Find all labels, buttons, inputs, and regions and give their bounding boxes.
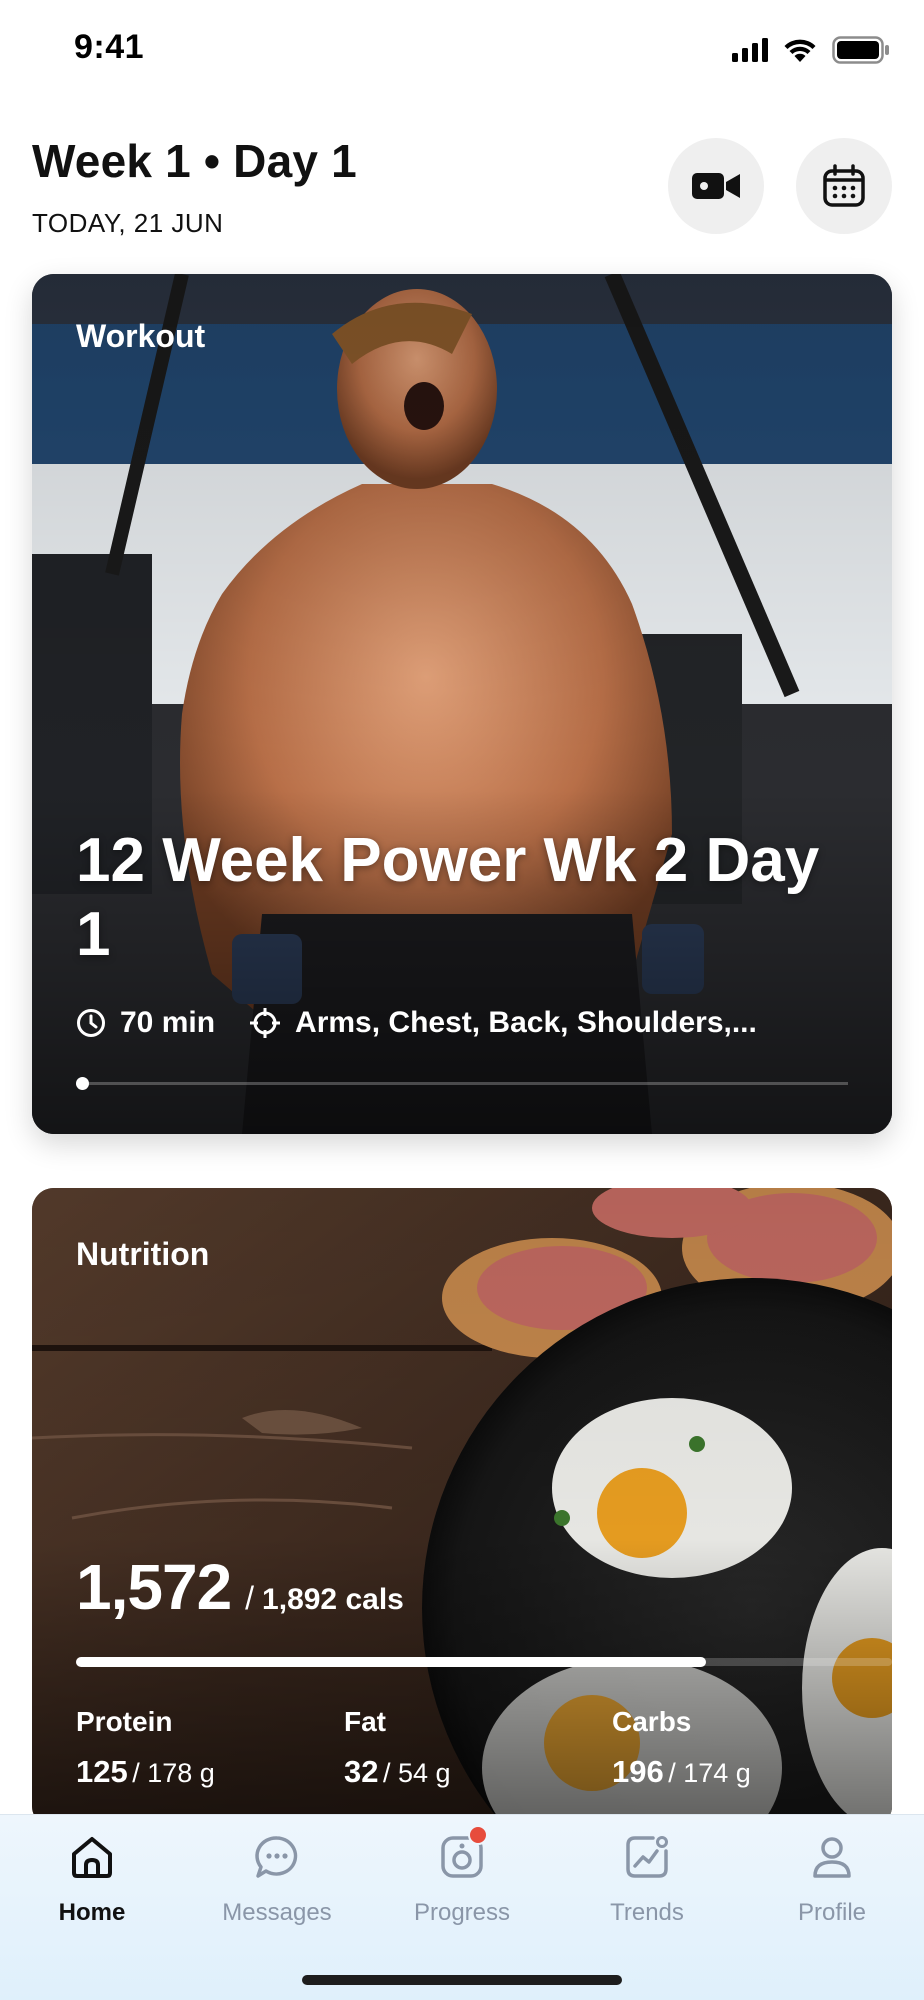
tab-home[interactable]: Home — [0, 1833, 184, 1927]
calories-goal: 1,892 cals — [262, 1583, 404, 1616]
calories-value: 1,572 — [76, 1551, 232, 1623]
workout-progress-indicator — [76, 1077, 89, 1090]
workout-progress-track — [76, 1082, 848, 1085]
trend-chart-icon — [626, 1836, 668, 1878]
macro-goal: / 54 g — [382, 1758, 451, 1788]
status-icons — [732, 36, 890, 64]
tab-label: Profile — [797, 1899, 867, 1926]
target-icon — [249, 1007, 281, 1039]
workout-label: Workout — [76, 318, 206, 354]
macro-label: Protein — [76, 1706, 173, 1737]
workout-muscles: Arms, Chest, Back, Shoulders,... — [295, 1006, 757, 1039]
calories-summary: 1,572 / 1,892 cals — [76, 1550, 404, 1624]
workout-photo — [32, 274, 892, 1134]
tab-progress[interactable]: Progress — [370, 1825, 554, 1927]
tab-profile[interactable]: Profile — [740, 1833, 924, 1927]
workout-title: 12 Week Power Wk 2 Day 1 — [76, 826, 820, 969]
header: Week 1 • Day 1 TODAY, 21 JUN — [32, 130, 892, 250]
macro-label: Fat — [344, 1706, 386, 1737]
nutrition-card[interactable]: Nutrition 1,572 / 1,892 cals Protein 125… — [32, 1188, 892, 1828]
tab-bar: Home Messages Progress Trends Profile — [0, 1814, 924, 2000]
tab-label: Progress — [413, 1899, 511, 1926]
tab-messages[interactable]: Messages — [185, 1833, 369, 1927]
tab-label: Home — [58, 1899, 126, 1926]
workout-duration: 70 min — [120, 1006, 216, 1039]
tab-trends[interactable]: Trends — [555, 1833, 739, 1927]
macro-goal: / 174 g — [668, 1758, 751, 1788]
wifi-icon — [784, 39, 816, 62]
cellular-signal-icon — [732, 38, 768, 62]
status-bar: 9:41 — [0, 0, 924, 100]
clock-icon — [76, 1008, 106, 1038]
macro-value: 196 — [612, 1754, 664, 1789]
macro-protein: Protein 125 / 178 g — [76, 1706, 215, 1790]
calories-progress-fill — [76, 1657, 706, 1667]
macro-goal: / 178 g — [132, 1758, 215, 1788]
battery-icon — [832, 36, 889, 64]
notification-badge — [468, 1825, 488, 1845]
date-label: TODAY, 21 JUN — [32, 208, 224, 238]
home-indicator — [302, 1975, 622, 1985]
workout-muscles-group: Arms, Chest, Back, Shoulders,... — [249, 1006, 757, 1040]
person-icon — [813, 1837, 851, 1878]
macro-fat: Fat 32 / 54 g — [344, 1706, 451, 1790]
chat-bubble-icon — [255, 1836, 298, 1878]
status-time: 9:41 — [74, 28, 145, 66]
macro-carbs: Carbs 196 / 174 g — [612, 1706, 751, 1790]
calories-separator: / — [245, 1580, 255, 1616]
calendar-button[interactable] — [796, 138, 892, 234]
video-button[interactable] — [668, 138, 764, 234]
calendar-icon — [823, 164, 865, 207]
workout-card[interactable]: Workout 12 Week Power Wk 2 Day 1 70 min … — [32, 274, 892, 1134]
nutrition-label: Nutrition — [76, 1236, 210, 1272]
page-title: Week 1 • Day 1 — [32, 135, 357, 187]
tab-label: Trends — [610, 1899, 684, 1926]
progress-icon-wrap — [438, 1825, 488, 1881]
macro-value: 125 — [76, 1754, 128, 1789]
tab-label: Messages — [222, 1899, 332, 1926]
video-camera-icon — [692, 173, 740, 199]
macro-value: 32 — [344, 1754, 379, 1789]
home-icon — [72, 1837, 112, 1878]
macro-label: Carbs — [612, 1706, 692, 1737]
workout-meta: 70 min Arms, Chest, Back, Shoulders,... — [76, 1006, 757, 1040]
